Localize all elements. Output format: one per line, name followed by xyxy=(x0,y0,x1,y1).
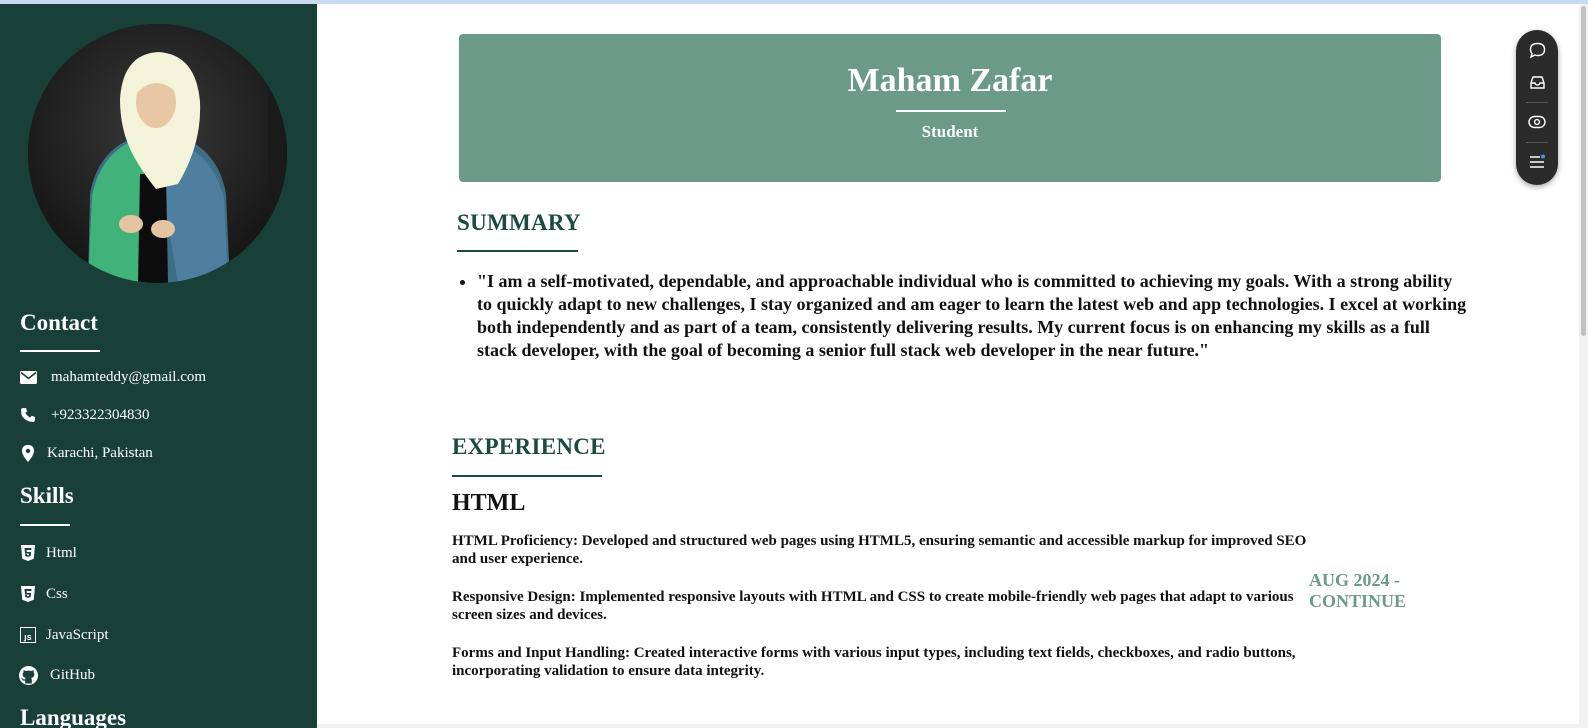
summary-list: "I am a self-motivated, dependable, and … xyxy=(436,270,1467,362)
profile-header: Maham Zafar Student xyxy=(459,34,1441,182)
skill-label-javascript: JavaScript xyxy=(46,626,109,643)
floating-toolbar xyxy=(1516,30,1558,185)
github-icon xyxy=(18,665,38,685)
envelope-icon xyxy=(18,367,38,387)
sidebar: Contact mahamteddy@gmail.com +9233223048… xyxy=(0,4,317,728)
horizontal-scrollbar[interactable] xyxy=(317,724,1579,728)
html5-icon xyxy=(18,543,38,563)
experience-point: Responsive Design: Implemented responsiv… xyxy=(452,589,1294,623)
skill-item-github: GitHub xyxy=(18,664,95,686)
contact-phone[interactable]: +923322304830 xyxy=(18,404,149,426)
languages-heading: Languages xyxy=(20,705,127,728)
contact-underline xyxy=(20,350,100,352)
experience-item-heading: HTML xyxy=(452,490,526,516)
experience-underline xyxy=(452,475,602,477)
contact-phone-text: +923322304830 xyxy=(51,406,150,423)
experience-point: Forms and Input Handling: Created intera… xyxy=(452,645,1296,679)
skill-item-css: Css xyxy=(18,583,68,605)
toolbar-divider xyxy=(1526,142,1548,143)
profile-role: Student xyxy=(921,122,979,141)
summary-title: SUMMARY xyxy=(457,210,581,235)
menu-icon[interactable] xyxy=(1527,152,1547,172)
profile-name: Maham Zafar xyxy=(847,62,1053,99)
contact-location-text: Karachi, Pakistan xyxy=(47,444,153,461)
toolbar-divider xyxy=(1526,102,1548,103)
experience-title: EXPERIENCE xyxy=(452,434,606,459)
experience-point: HTML Proficiency: Developed and structur… xyxy=(452,533,1307,567)
skills-underline xyxy=(20,524,70,526)
contact-email-text: mahamteddy@gmail.com xyxy=(51,368,207,385)
skill-label-css: Css xyxy=(46,585,68,602)
contact-heading: Contact xyxy=(20,310,98,335)
scrollbar-thumb[interactable] xyxy=(1581,6,1586,336)
skill-label-html: Html xyxy=(46,544,77,561)
eye-icon[interactable] xyxy=(1527,112,1547,132)
contact-email[interactable]: mahamteddy@gmail.com xyxy=(18,366,206,388)
summary-underline xyxy=(457,250,578,252)
skill-item-html: Html xyxy=(18,542,77,564)
map-pin-icon xyxy=(18,443,38,463)
svg-text:JS: JS xyxy=(23,634,32,642)
experience-date: AUG 2024 - CONTINUE xyxy=(1309,570,1407,611)
profile-photo xyxy=(28,24,287,283)
javascript-icon: JS xyxy=(18,625,38,645)
phone-icon xyxy=(18,405,38,425)
css3-icon xyxy=(18,584,38,604)
inbox-icon[interactable] xyxy=(1527,72,1547,92)
skill-item-javascript: JS JavaScript xyxy=(18,624,108,646)
summary-text: "I am a self-motivated, dependable, and … xyxy=(477,270,1467,362)
contact-location: Karachi, Pakistan xyxy=(18,442,153,464)
chat-bubble-icon[interactable] xyxy=(1527,40,1547,60)
skill-label-github: GitHub xyxy=(50,666,95,683)
skills-heading: Skills xyxy=(20,483,74,508)
header-divider xyxy=(896,110,1006,112)
